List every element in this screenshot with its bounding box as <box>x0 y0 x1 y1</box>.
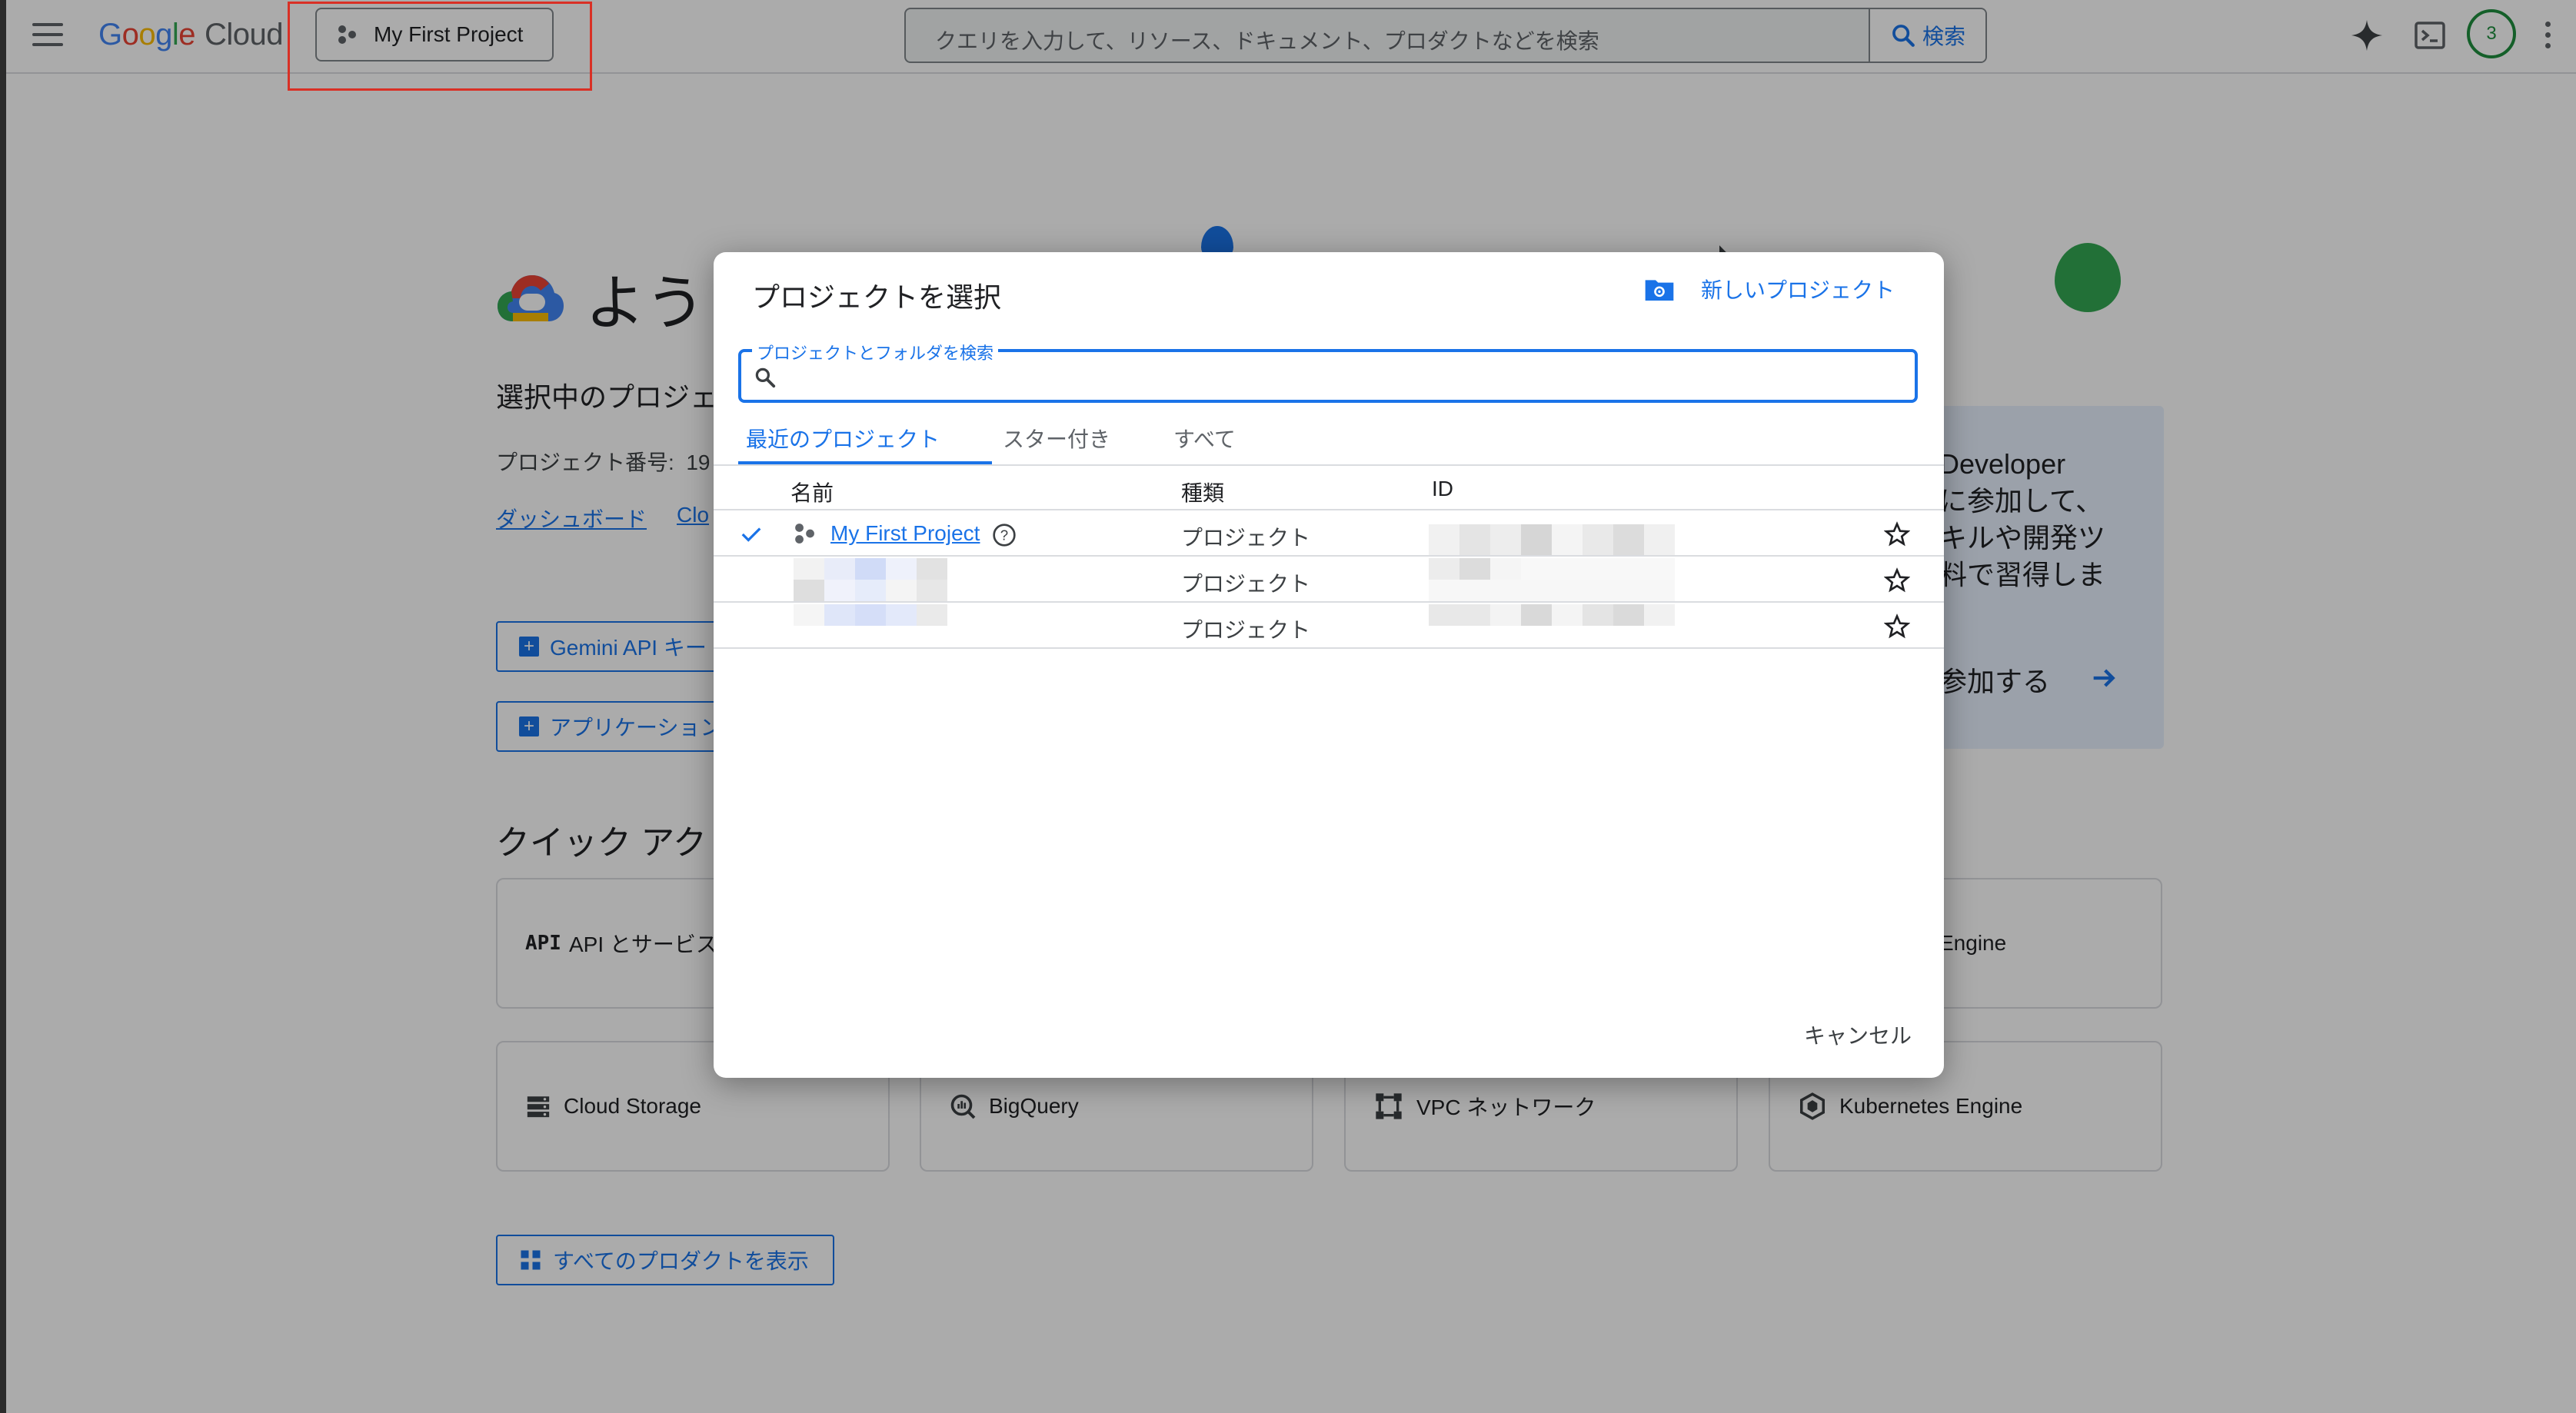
window-edge <box>0 0 6 1413</box>
check-icon <box>741 527 761 542</box>
project-type: プロジェクト <box>1181 618 1311 642</box>
annotation-highlight-box <box>288 2 592 91</box>
project-type: プロジェクト <box>1181 526 1311 550</box>
project-search-field[interactable]: プロジェクトとフォルダを検索 <box>738 340 1918 403</box>
redacted-name <box>794 604 986 647</box>
table-header: 名前 種類 ID <box>714 466 1944 510</box>
redacted-id <box>1429 604 1675 647</box>
tab-starred[interactable]: スター付き <box>1003 423 1110 454</box>
cancel-button[interactable]: キャンセル <box>1804 1019 1912 1050</box>
tab-recent-projects[interactable]: 最近のプロジェクト <box>746 423 940 454</box>
tab-all[interactable]: すべて <box>1173 423 1236 454</box>
redacted-id <box>1429 514 1675 555</box>
table-row[interactable]: プロジェクト <box>714 558 1944 603</box>
dialog-tabs: 最近のプロジェクト スター付き すべて <box>714 407 1944 466</box>
project-dots-icon <box>795 524 814 544</box>
help-icon[interactable]: ? <box>992 523 1017 547</box>
project-select-dialog: プロジェクトを選択 新しいプロジェクト プロジェクトとフォルダを検索 最近のプロ… <box>714 252 1944 1078</box>
table-row[interactable]: My First Project ? プロジェクト <box>714 512 1944 557</box>
redacted-name <box>794 558 986 601</box>
column-id[interactable]: ID <box>1432 477 1453 501</box>
column-name[interactable]: 名前 <box>790 477 834 507</box>
project-type: プロジェクト <box>1181 572 1311 596</box>
column-type[interactable]: 種類 <box>1181 477 1224 507</box>
redacted-id <box>1429 558 1675 601</box>
new-folder-icon <box>1645 280 1674 301</box>
active-tab-indicator <box>738 461 992 464</box>
table-row[interactable]: プロジェクト <box>714 604 1944 649</box>
star-icon[interactable] <box>1884 567 1910 593</box>
search-field-label: プロジェクトとフォルダを検索 <box>752 340 999 364</box>
project-name-link[interactable]: My First Project <box>830 521 980 546</box>
star-icon[interactable] <box>1884 521 1910 547</box>
svg-text:?: ? <box>1000 527 1008 544</box>
new-project-button[interactable]: 新しいプロジェクト <box>1644 274 1895 304</box>
search-icon <box>755 367 776 388</box>
dialog-title: プロジェクトを選択 <box>752 281 1002 313</box>
star-icon[interactable] <box>1884 613 1910 640</box>
